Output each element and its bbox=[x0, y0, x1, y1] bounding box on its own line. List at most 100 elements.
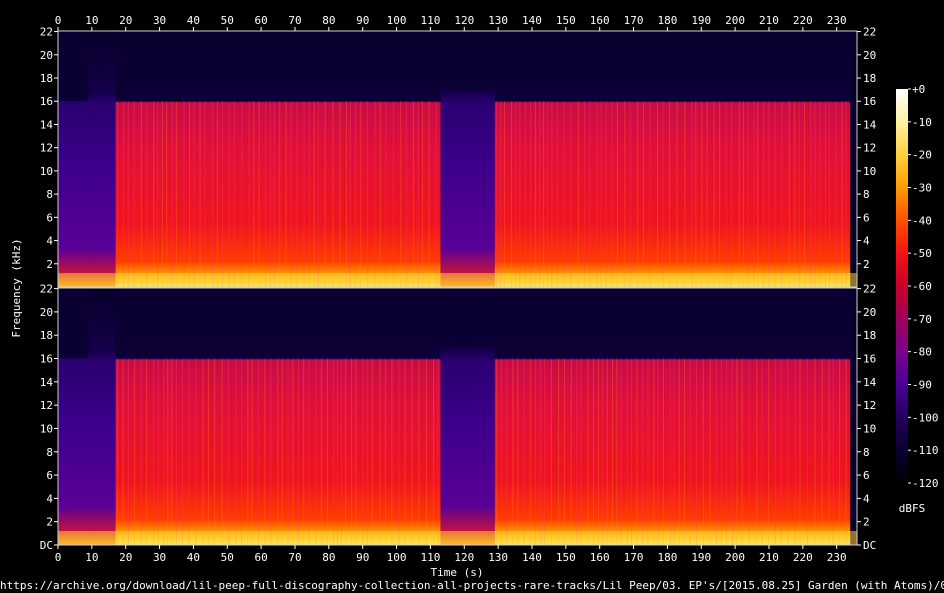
y-tick-label-right: 12 bbox=[863, 399, 876, 412]
y-tick-label-right: 10 bbox=[863, 422, 876, 435]
colorbar-label: dBFS bbox=[899, 502, 926, 515]
x-tick-label-bottom: 100 bbox=[387, 551, 407, 564]
x-tick-label-bottom: 20 bbox=[119, 551, 132, 564]
y-tick-label-left: 14 bbox=[40, 118, 54, 131]
colorbar-tick-label: -10 bbox=[912, 116, 932, 129]
y-tick-label-left: 4 bbox=[46, 492, 53, 505]
y-tick-label-right: 2 bbox=[863, 258, 870, 271]
x-tick-label-top: 70 bbox=[288, 14, 301, 27]
y-tick-label-right: 18 bbox=[863, 72, 876, 85]
colorbar-tick-label: -30 bbox=[912, 182, 932, 195]
y-tick-label-right: 14 bbox=[863, 118, 877, 131]
colorbar-tick-label: -40 bbox=[912, 214, 932, 227]
source-file-path: https://archive.org/download/lil-peep-fu… bbox=[0, 579, 944, 592]
y-tick-label-right: 20 bbox=[863, 306, 876, 319]
y-tick-label-left: 22 bbox=[40, 283, 53, 296]
channel-panel-2 bbox=[57, 287, 858, 546]
y-tick-label-left: 18 bbox=[40, 329, 53, 342]
x-tick-label-top: 140 bbox=[522, 14, 542, 27]
colorbar-tick-label: -120 bbox=[912, 477, 939, 490]
y-tick-label-right: 22 bbox=[863, 283, 876, 296]
x-tick-label-bottom: 150 bbox=[556, 551, 576, 564]
x-axis-bottom: 0 10 20 30 40 50 60 70 80 90 100 110 120 130 140 150 160… bbox=[55, 545, 847, 564]
colorbar-tick-label: -50 bbox=[912, 247, 932, 260]
y-tick-label-left: 6 bbox=[46, 211, 53, 224]
y-tick-label-left: 10 bbox=[40, 165, 53, 178]
x-tick-label-top: 90 bbox=[356, 14, 369, 27]
x-tick-label-bottom: 10 bbox=[85, 551, 98, 564]
x-tick-label-bottom: 230 bbox=[827, 551, 847, 564]
segment-4-above-cutoff bbox=[440, 288, 495, 347]
x-tick-label-top: 80 bbox=[322, 14, 335, 27]
x-tick-label-bottom: 220 bbox=[793, 551, 813, 564]
y-tick-label-left: 20 bbox=[40, 306, 53, 319]
y-tick-label-left: 10 bbox=[40, 422, 53, 435]
x-tick-label-top: 100 bbox=[387, 14, 407, 27]
x-tick-label-bottom: 30 bbox=[153, 551, 166, 564]
x-tick-label-bottom: 180 bbox=[657, 551, 677, 564]
x-tick-label-top: 0 bbox=[55, 14, 62, 27]
segment-1-above-cutoff bbox=[58, 31, 89, 102]
x-tick-label-top: 10 bbox=[85, 14, 98, 27]
colorbar-tick-label: -60 bbox=[912, 280, 932, 293]
x-tick-label-bottom: 50 bbox=[221, 551, 234, 564]
x-tick-label-top: 30 bbox=[153, 14, 166, 27]
x-axis-label: Time (s) bbox=[431, 566, 484, 578]
segment-2 bbox=[88, 288, 116, 545]
y-axis-right: 2 4 6 8 10 12 14 16 18 20 22 DC 2 4 6 8 10 12 14 16 18 20 22 bbox=[857, 26, 877, 552]
segment-5-above-cutoff bbox=[494, 31, 851, 102]
colorbar-tick-label: -70 bbox=[912, 313, 932, 326]
x-tick-label-bottom: 70 bbox=[288, 551, 301, 564]
y-tick-label-left: 16 bbox=[40, 353, 53, 366]
x-tick-label-top: 190 bbox=[691, 14, 711, 27]
x-tick-label-bottom: 120 bbox=[454, 551, 474, 564]
y-tick-label-left: 12 bbox=[40, 142, 53, 155]
colorbar-tick-label: -100 bbox=[912, 411, 939, 424]
segment-3-above-cutoff bbox=[115, 31, 441, 102]
colorbar-scale bbox=[896, 89, 908, 483]
y-tick-label-right: 18 bbox=[863, 329, 876, 342]
y-tick-label-right: DC bbox=[863, 539, 876, 552]
x-tick-label-bottom: 200 bbox=[725, 551, 745, 564]
x-tick-label-top: 170 bbox=[624, 14, 644, 27]
y-tick-label-left: 8 bbox=[46, 446, 53, 459]
x-tick-label-bottom: 140 bbox=[522, 551, 542, 564]
channel-panel-1 bbox=[57, 30, 858, 288]
x-tick-label-top: 150 bbox=[556, 14, 576, 27]
x-tick-label-bottom: 110 bbox=[420, 551, 440, 564]
x-tick-label-top: 230 bbox=[827, 14, 847, 27]
y-tick-label-left: 22 bbox=[40, 26, 53, 39]
y-tick-label-right: 4 bbox=[863, 235, 870, 248]
bass-floor bbox=[58, 531, 857, 545]
segment-2 bbox=[88, 31, 116, 287]
segment-3-above-cutoff bbox=[115, 288, 441, 359]
x-tick-label-top: 160 bbox=[590, 14, 610, 27]
x-tick-label-bottom: 160 bbox=[590, 551, 610, 564]
x-axis-top: 0 10 20 30 40 50 60 70 80 90 100 110 120 130 140 150 160… bbox=[55, 14, 847, 31]
y-tick-label-right: 8 bbox=[863, 446, 870, 459]
x-tick-label-top: 120 bbox=[454, 14, 474, 27]
y-tick-label-right: 4 bbox=[863, 492, 870, 505]
colorbar-tick-label: -20 bbox=[912, 149, 932, 162]
spectrogram-chart: 0 10 20 30 40 50 60 70 80 90 100 110 120 130 140 150 160… bbox=[10, 14, 939, 578]
x-tick-label-bottom: 130 bbox=[488, 551, 508, 564]
x-tick-label-bottom: 170 bbox=[624, 551, 644, 564]
x-tick-label-top: 210 bbox=[759, 14, 779, 27]
x-tick-label-top: 220 bbox=[793, 14, 813, 27]
y-tick-label-right: 8 bbox=[863, 188, 870, 201]
colorbar: +0 -10 -20 -30 -40 -50 -60 -70 -80 -90 -100 -110 -12… bbox=[896, 83, 939, 490]
x-tick-label-top: 50 bbox=[221, 14, 234, 27]
segment-1-above-cutoff bbox=[58, 288, 89, 359]
x-tick-label-bottom: 0 bbox=[55, 551, 62, 564]
colorbar-tick-label: +0 bbox=[912, 83, 925, 96]
colorbar-tick-label: -110 bbox=[912, 444, 939, 457]
x-tick-label-bottom: 80 bbox=[322, 551, 335, 564]
bass-floor bbox=[58, 273, 857, 287]
x-tick-label-bottom: 210 bbox=[759, 551, 779, 564]
x-tick-label-bottom: 90 bbox=[356, 551, 369, 564]
y-tick-label-left: 14 bbox=[40, 376, 54, 389]
y-tick-label-right: 6 bbox=[863, 469, 870, 482]
y-tick-label-left: 20 bbox=[40, 49, 53, 62]
y-tick-label-right: 6 bbox=[863, 211, 870, 224]
y-tick-label-right: 12 bbox=[863, 142, 876, 155]
